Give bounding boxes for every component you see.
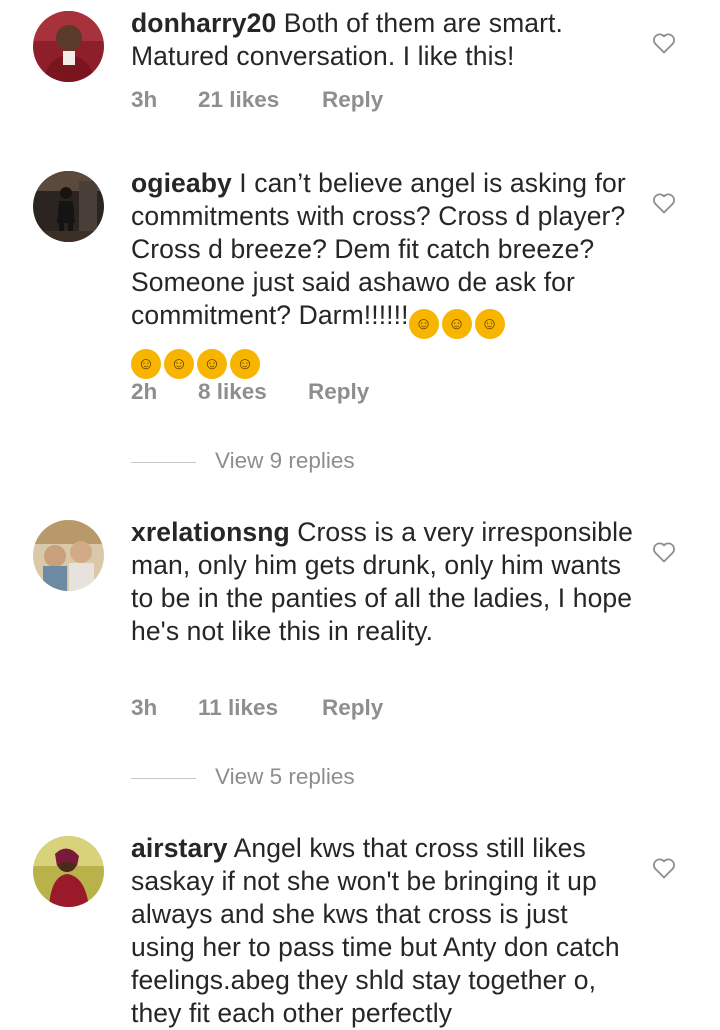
avatar[interactable] xyxy=(33,171,104,242)
comment-text: airstary Angel kws that cross still like… xyxy=(131,832,636,1030)
reply-button[interactable]: Reply xyxy=(322,87,383,113)
comment-username[interactable]: airstary xyxy=(131,833,228,863)
rofl-emoji: ☺ xyxy=(131,349,161,379)
rofl-emoji: ☺ xyxy=(164,349,194,379)
rofl-emoji: ☺ xyxy=(474,309,505,339)
comment-text: ogieaby I can’t believe angel is asking … xyxy=(131,167,636,379)
rofl-emoji: ☺ xyxy=(408,309,439,339)
comment-text: donharry20 Both of them are smart. Matur… xyxy=(131,7,636,73)
comment-meta: 3h 11 likes Reply xyxy=(131,695,383,721)
comment-time: 3h xyxy=(131,695,158,720)
comment-meta: 2h 8 likes Reply xyxy=(131,379,369,405)
comment-likes[interactable]: 21 likes xyxy=(198,87,322,113)
heart-outline-icon[interactable] xyxy=(652,32,676,54)
avatar[interactable] xyxy=(33,11,104,82)
comment-meta: 3h 21 likes Reply xyxy=(131,87,383,113)
heart-outline-icon[interactable] xyxy=(652,541,676,563)
avatar[interactable] xyxy=(33,520,104,591)
avatar[interactable] xyxy=(33,836,104,907)
reply-button[interactable]: Reply xyxy=(308,379,369,405)
comment-username[interactable]: donharry20 xyxy=(131,8,276,38)
comment-time: 3h xyxy=(131,87,158,112)
comment-username[interactable]: ogieaby xyxy=(131,168,232,198)
view-replies-label[interactable]: View 9 replies xyxy=(215,448,355,473)
heart-outline-icon[interactable] xyxy=(652,192,676,214)
view-replies-button[interactable]: View 5 replies xyxy=(131,764,355,790)
comment-likes[interactable]: 8 likes xyxy=(198,379,308,405)
replies-divider xyxy=(131,461,196,463)
rofl-emoji: ☺ xyxy=(441,309,472,339)
reply-button[interactable]: Reply xyxy=(322,695,383,721)
rofl-emoji: ☺ xyxy=(230,349,260,379)
comment-text: xrelationsng Cross is a very irresponsib… xyxy=(131,516,636,648)
view-replies-label[interactable]: View 5 replies xyxy=(215,764,355,789)
heart-outline-icon[interactable] xyxy=(652,857,676,879)
view-replies-button[interactable]: View 9 replies xyxy=(131,448,355,474)
comment-likes[interactable]: 11 likes xyxy=(198,695,322,721)
rofl-emoji: ☺ xyxy=(197,349,227,379)
comment-time: 2h xyxy=(131,379,158,404)
replies-divider xyxy=(131,777,196,779)
comment-username[interactable]: xrelationsng xyxy=(131,517,290,547)
